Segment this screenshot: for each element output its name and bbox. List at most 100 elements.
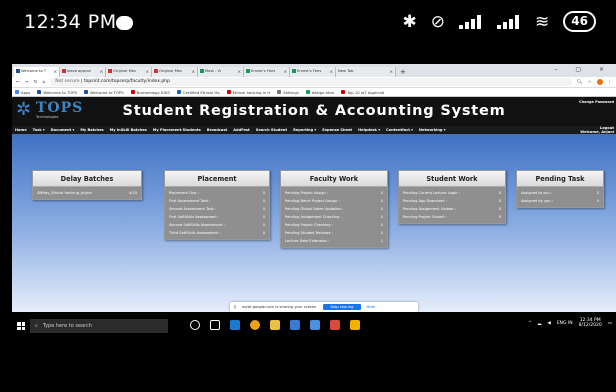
close-icon[interactable]: × bbox=[390, 69, 393, 74]
card-row[interactable]: Pending Assignment Upload : 0 bbox=[403, 205, 501, 213]
nav-document[interactable]: Document ▾ bbox=[51, 128, 75, 132]
windows-start-icon[interactable] bbox=[17, 322, 25, 330]
card-row[interactable]: Third SoftSkills Assessment : 0 bbox=[169, 229, 265, 237]
menu-icon[interactable]: ⋮ bbox=[608, 80, 613, 85]
notifications-icon[interactable]: ▭ bbox=[608, 321, 612, 326]
card-row[interactable]: Assigned to you : 5 bbox=[521, 189, 599, 197]
phone-status-bar: 12:34 PM ✱ ⊘ ≋ 46 bbox=[0, 0, 616, 46]
browser-tab[interactable]: New Tab × bbox=[336, 67, 396, 77]
card-row[interactable]: Lecture Date Extension : 1 bbox=[285, 237, 383, 245]
nav-reporting[interactable]: Reporting ▾ bbox=[293, 128, 316, 132]
main-nav: Home Task ▾ Document ▾ My Batches My InS… bbox=[12, 126, 616, 134]
app-icon[interactable] bbox=[310, 320, 320, 330]
screen-share-bar: ∥ meet.google.com is sharing your screen… bbox=[230, 302, 418, 312]
card-row[interactable]: Pending Global Notes Updation : 0 bbox=[285, 205, 383, 213]
forward-icon[interactable]: → bbox=[25, 80, 29, 85]
chrome-icon[interactable] bbox=[250, 320, 260, 330]
browser-tab[interactable]: Original Mes × bbox=[152, 67, 198, 77]
bookmark-item[interactable]: Apps bbox=[15, 90, 30, 95]
card-row[interactable]: Pending Batch Project Assign : 0 bbox=[285, 197, 383, 205]
row-value: 0 bbox=[262, 231, 265, 235]
card-row[interactable]: Pending Project Assign : 0 bbox=[285, 189, 383, 197]
language-indicator[interactable]: ENG IN bbox=[557, 321, 573, 326]
card-row[interactable]: Placement Due : 0 bbox=[169, 189, 265, 197]
close-icon[interactable]: × bbox=[146, 69, 149, 74]
nav-broadcast[interactable]: Broadcast bbox=[207, 128, 227, 132]
row-value: 0 bbox=[380, 199, 383, 203]
bookmark-item[interactable]: Settings bbox=[277, 90, 299, 95]
bookmark-label: Settings bbox=[283, 89, 299, 95]
bookmark-item[interactable]: design.html bbox=[305, 90, 334, 95]
stop-sharing-button[interactable]: Stop sharing bbox=[323, 304, 361, 310]
close-icon[interactable]: × bbox=[330, 69, 333, 74]
card-row[interactable]: Pending Current Lecture Login : 0 bbox=[403, 189, 501, 197]
close-icon[interactable]: × bbox=[238, 69, 241, 74]
card-row[interactable]: Pending Assignment Checking : 0 bbox=[285, 213, 383, 221]
card-row[interactable]: Pending App Download : 0 bbox=[403, 197, 501, 205]
browser-tab[interactable]: Ernest's Fees × bbox=[290, 67, 336, 77]
hide-button[interactable]: Hide bbox=[367, 305, 375, 309]
home-icon[interactable]: ⌂ bbox=[42, 80, 45, 85]
taskbar-search-input[interactable]: ⌕ Type here to search bbox=[30, 319, 168, 333]
window-controls[interactable]: – ▢ × bbox=[554, 66, 612, 73]
zoom-icon[interactable]: 🔍︎ bbox=[577, 80, 583, 85]
nav-addfest[interactable]: AddFest bbox=[233, 128, 250, 132]
bookmark-item[interactable]: Certified Ethical Ha bbox=[176, 90, 220, 95]
browser-tab[interactable]: Original Mes × bbox=[106, 67, 152, 77]
card-row[interactable]: Pending Student Reviews : 0 bbox=[285, 229, 383, 237]
browser-tab[interactable]: Ernest's Fees × bbox=[244, 67, 290, 77]
card-row[interactable]: First SoftSkills Assessment : 0 bbox=[169, 213, 265, 221]
nav-search-student[interactable]: Search Student bbox=[256, 128, 287, 132]
bookmark-item[interactable]: Ethical hacking in H bbox=[226, 90, 270, 95]
taskbar-clock[interactable]: 12:34 PM 8/12/2020 bbox=[579, 318, 602, 328]
nav-expense-sheet[interactable]: Expense Sheet bbox=[322, 128, 352, 132]
browser-tab[interactable]: leave approv × bbox=[60, 67, 106, 77]
nav-placement-students[interactable]: My Placement Students bbox=[153, 128, 201, 132]
card-row[interactable]: Second SoftSkills Assessment : 0 bbox=[169, 221, 265, 229]
phone-status-icons: ✱ ⊘ ≋ 46 bbox=[403, 11, 596, 32]
url-field[interactable]: Not secure | topsint.com/topserp/faculty… bbox=[50, 78, 572, 86]
volume-icon[interactable]: ◀ bbox=[547, 321, 550, 326]
file-explorer-icon[interactable] bbox=[270, 320, 280, 330]
bookmark-item[interactable]: Welcome to TOPS bbox=[37, 90, 77, 95]
task-view-icon[interactable] bbox=[210, 320, 220, 330]
nav-my-batches[interactable]: My Batches bbox=[80, 128, 103, 132]
card-row[interactable]: First Assessment Task : 0 bbox=[169, 197, 265, 205]
nav-task[interactable]: Task ▾ bbox=[33, 128, 45, 132]
edge-icon[interactable] bbox=[230, 320, 240, 330]
card-row[interactable]: SMNay_Ethical Hacking_Anjani 4/10 bbox=[37, 189, 137, 197]
cortana-icon[interactable] bbox=[190, 320, 200, 330]
nav-inskill-batches[interactable]: My InSkill Batches bbox=[110, 128, 147, 132]
card-row[interactable]: Assigned by you : 5 bbox=[521, 197, 599, 205]
new-tab-icon[interactable]: + bbox=[400, 68, 406, 76]
reload-icon[interactable]: ↻ bbox=[34, 80, 38, 85]
store-icon[interactable] bbox=[290, 320, 300, 330]
change-password-link[interactable]: Change Password bbox=[579, 100, 614, 104]
network-icon[interactable]: ▂ bbox=[538, 321, 541, 326]
nav-helpdesk[interactable]: Helpdesk ▾ bbox=[358, 128, 380, 132]
nav-home[interactable]: Home bbox=[15, 128, 27, 132]
card-row[interactable]: Second Assessment Task : 0 bbox=[169, 205, 265, 213]
bookmark-item[interactable]: Top 10 IoT Applicati bbox=[341, 90, 384, 95]
close-icon[interactable]: × bbox=[192, 69, 195, 74]
browser-tab[interactable]: Mast - Vi × bbox=[198, 67, 244, 77]
star-icon[interactable]: ☆ bbox=[587, 80, 591, 85]
system-tray: ^ ▂ ◀ ENG IN 12:34 PM 8/12/2020 ▭ bbox=[528, 318, 612, 328]
close-icon[interactable]: × bbox=[284, 69, 287, 74]
clock-date: 8/12/2020 bbox=[578, 323, 602, 328]
bookmark-item[interactable]: Numerology KIDS bbox=[130, 90, 170, 95]
back-icon[interactable]: ← bbox=[16, 80, 20, 85]
nav-networking[interactable]: Networking ▾ bbox=[419, 128, 446, 132]
paint-icon[interactable] bbox=[330, 320, 340, 330]
close-icon[interactable]: × bbox=[54, 69, 57, 74]
chevron-up-icon[interactable]: ^ bbox=[528, 321, 532, 326]
bookmark-item[interactable]: Welcome to TOPS bbox=[84, 90, 124, 95]
nav-contentfact[interactable]: Contentfact ▾ bbox=[386, 128, 413, 132]
card-row[interactable]: Pending Project Submit : 0 bbox=[403, 213, 501, 221]
files-icon[interactable] bbox=[350, 320, 360, 330]
card-row[interactable]: Pending Project Checking : 0 bbox=[285, 221, 383, 229]
faculty-work-card: Faculty Work Pending Project Assign : 0 P… bbox=[280, 170, 388, 248]
browser-tab[interactable]: Welcome to T × bbox=[14, 67, 60, 77]
profile-icon[interactable] bbox=[596, 79, 603, 85]
close-icon[interactable]: × bbox=[100, 69, 103, 74]
